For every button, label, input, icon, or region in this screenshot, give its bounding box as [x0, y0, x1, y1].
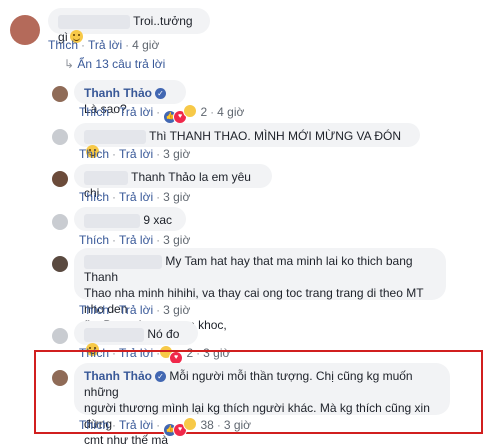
- like-link[interactable]: Thích: [79, 190, 109, 204]
- verified-icon: ✓: [155, 371, 166, 382]
- like-link[interactable]: Thích: [79, 233, 109, 247]
- author-name[interactable]: Thanh Thảo: [84, 369, 152, 383]
- haha-reaction-icon: [183, 417, 198, 431]
- timestamp[interactable]: 3 giờ: [224, 418, 251, 432]
- avatar[interactable]: [52, 214, 68, 230]
- blurred-name: [84, 129, 146, 144]
- comment-bubble: 9 xac: [74, 207, 186, 231]
- timestamp[interactable]: 3 giờ: [163, 233, 190, 247]
- comment-bubble: Thanh Thảo ✓ Mỗi người mỗi thần tượng. Ch…: [74, 363, 450, 447]
- like-link[interactable]: Thích: [79, 105, 109, 119]
- comment-text: Nó đo: [147, 327, 180, 341]
- avatar[interactable]: [52, 256, 68, 272]
- reply-link[interactable]: Trả lời: [119, 147, 153, 161]
- reaction-count[interactable]: 38: [200, 418, 213, 432]
- timestamp[interactable]: 3 giờ: [163, 147, 190, 161]
- reply-link[interactable]: Trả lời: [119, 105, 153, 119]
- comment-bubble: My Tam hat hay that ma minh lai ko thich…: [74, 248, 446, 332]
- timestamp[interactable]: 4 giờ: [132, 38, 159, 52]
- comment-text: Thì THANH THAO. MÌNH MỚI MỪNG VA ĐÓN: [149, 129, 402, 143]
- comment-bubble: Troi..tưởng gì: [48, 8, 210, 44]
- reply-arrow-icon: ↳: [64, 57, 75, 71]
- comment-actions: Thích · Trả lời · 3 giờ: [79, 233, 191, 247]
- timestamp[interactable]: 3 giờ: [163, 190, 190, 204]
- blurred-name: [84, 254, 162, 269]
- verified-icon: ✓: [155, 88, 166, 99]
- comment-actions: Thích · Trả lời · 👍 ♥ 2 · 4 giờ: [79, 104, 244, 124]
- reply-link[interactable]: Trả lời: [119, 418, 153, 432]
- reaction-count[interactable]: 2: [200, 105, 207, 119]
- avatar[interactable]: [52, 328, 68, 344]
- comment-text: 9 xac: [143, 213, 173, 227]
- comment-bubble: Nó đo: [74, 321, 198, 356]
- comment-actions: Thích · Trả lời · 3 giờ: [79, 190, 191, 204]
- comment-bubble: Thanh Thảo la em yêu chị: [74, 164, 272, 200]
- comment-actions: Thích · Trả lời · 3 giờ: [79, 147, 191, 161]
- reply-link[interactable]: Trả lời: [119, 303, 153, 317]
- reply-link[interactable]: Trả lời: [119, 190, 153, 204]
- avatar[interactable]: [52, 171, 68, 187]
- comment-bubble: Thanh Thảo ✓ Là sao?: [74, 80, 186, 116]
- avatar[interactable]: [10, 15, 40, 45]
- timestamp[interactable]: 4 giờ: [217, 105, 244, 119]
- like-link[interactable]: Thích: [79, 303, 109, 317]
- avatar[interactable]: [52, 86, 68, 102]
- blurred-name: [84, 327, 144, 342]
- author-name[interactable]: Thanh Thảo: [84, 86, 152, 100]
- avatar[interactable]: [52, 129, 68, 145]
- blurred-name: [84, 213, 140, 228]
- reply-link[interactable]: Trả lời: [119, 233, 153, 247]
- hide-replies-label: Ẩn 13 câu trả lời: [77, 57, 166, 71]
- comment-actions: Thích · Trả lời · 3 giờ: [79, 303, 191, 317]
- haha-reaction-icon: [183, 104, 198, 118]
- comment-bubble: Thì THANH THAO. MÌNH MỚI MỪNG VA ĐÓN: [74, 123, 420, 158]
- timestamp[interactable]: 3 giờ: [163, 303, 190, 317]
- reply-link[interactable]: Trả lời: [88, 38, 122, 52]
- avatar[interactable]: [52, 370, 68, 386]
- like-link[interactable]: Thích: [79, 418, 109, 432]
- like-link[interactable]: Thích: [79, 147, 109, 161]
- hide-replies-link[interactable]: ↳ Ẩn 13 câu trả lời: [64, 57, 165, 71]
- blurred-name: [84, 170, 128, 185]
- like-link[interactable]: Thích: [48, 38, 78, 52]
- comment-actions: Thích · Trả lời · 4 giờ: [48, 38, 160, 52]
- blurred-name: [58, 14, 130, 29]
- comment-actions: Thích · Trả lời · 👍 ♥ 38 · 3 giờ: [79, 417, 251, 437]
